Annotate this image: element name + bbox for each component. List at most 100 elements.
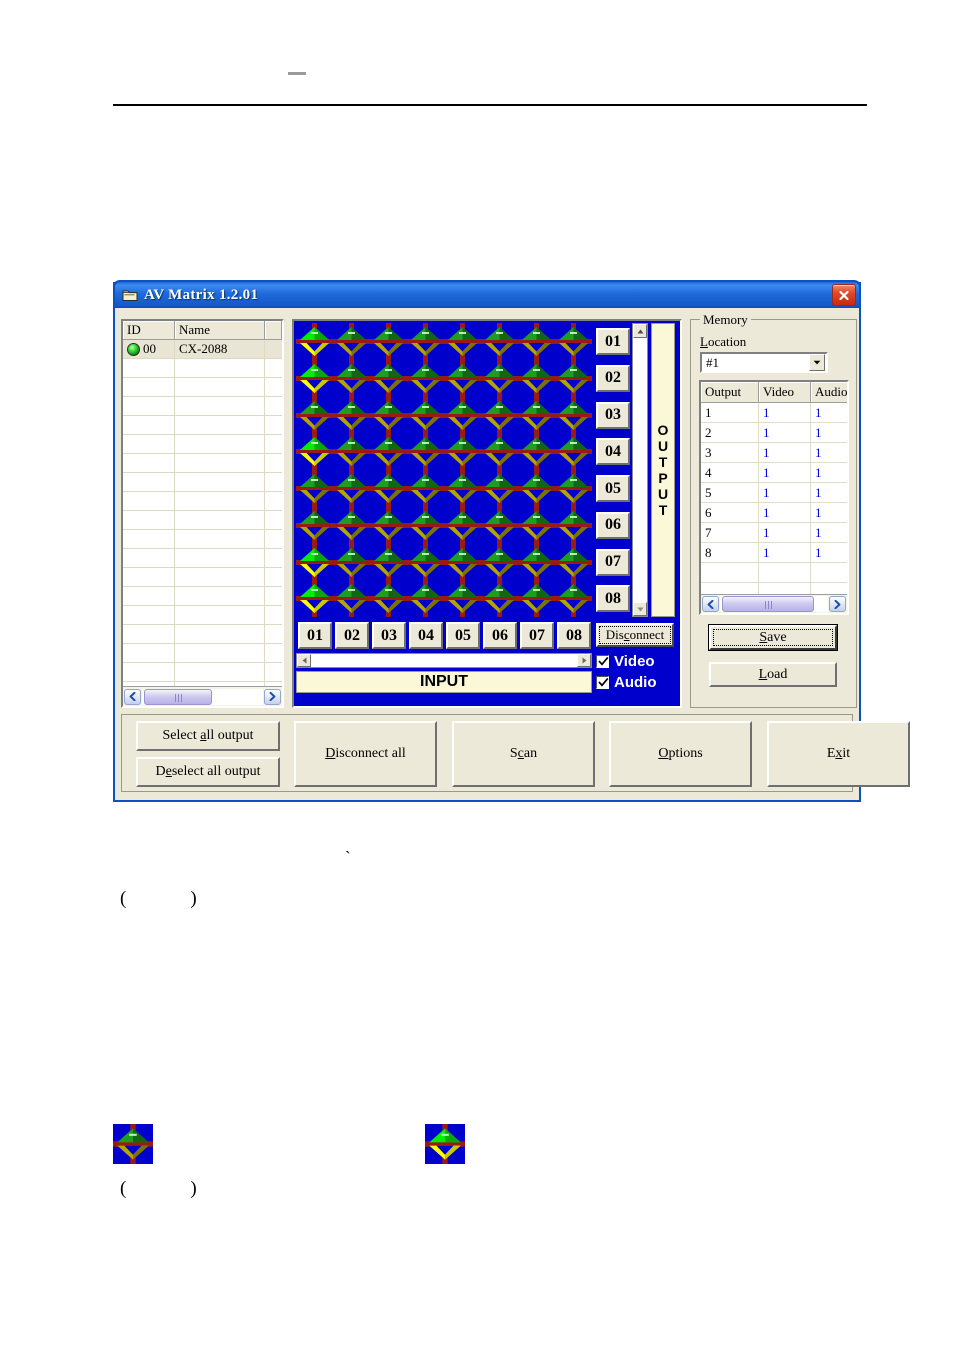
device-list-empty-row[interactable] [123, 644, 282, 663]
crosspoint-cell[interactable] [444, 580, 481, 618]
crosspoint-cell[interactable] [407, 323, 444, 360]
input-button-04[interactable]: 04 [409, 622, 443, 649]
crosspoint-cell[interactable] [296, 580, 333, 618]
crosspoint-cell[interactable] [444, 470, 481, 507]
crosspoint-cell[interactable] [444, 323, 481, 360]
input-button-01[interactable]: 01 [298, 622, 332, 649]
crosspoint-cell[interactable] [333, 543, 370, 581]
column-header-audio[interactable]: Audio [810, 382, 847, 403]
input-hscrollbar[interactable] [296, 653, 592, 668]
scroll-left-icon[interactable] [702, 596, 719, 612]
crosspoint-grid[interactable] [296, 323, 592, 618]
window-titlebar[interactable]: AV Matrix 1.2.01 [113, 280, 861, 308]
scan-button[interactable]: Scan [452, 721, 595, 787]
crosspoint-cell[interactable] [296, 543, 333, 581]
crosspoint-cell[interactable] [555, 359, 592, 397]
device-list-empty-row[interactable] [123, 587, 282, 606]
output-button-02[interactable]: 02 [596, 364, 630, 392]
crosspoint-cell[interactable] [555, 580, 592, 618]
close-icon[interactable] [832, 284, 856, 306]
crosspoint-cell[interactable] [370, 506, 407, 544]
crosspoint-cell[interactable] [296, 506, 333, 544]
column-header-output[interactable]: Output [701, 382, 759, 403]
device-list-hscrollbar[interactable] [123, 686, 282, 706]
crosspoint-cell[interactable] [518, 470, 555, 507]
crosspoint-cell[interactable] [518, 543, 555, 581]
scroll-track[interactable] [720, 596, 828, 612]
crosspoint-cell[interactable] [481, 359, 518, 397]
device-list-row[interactable]: 00 CX-2088 [123, 340, 282, 359]
column-header-video[interactable]: Video [758, 382, 811, 403]
crosspoint-cell[interactable] [296, 359, 333, 397]
output-button-06[interactable]: 06 [596, 511, 630, 539]
crosspoint-cell[interactable] [407, 396, 444, 434]
crosspoint-cell[interactable] [370, 359, 407, 397]
memory-table-row[interactable]: 811 [701, 542, 847, 563]
device-list-empty-row[interactable] [123, 473, 282, 492]
save-button[interactable]: Save [709, 625, 837, 650]
crosspoint-cell[interactable] [444, 396, 481, 434]
crosspoint-cell[interactable] [444, 543, 481, 581]
memory-table-empty-row[interactable] [701, 562, 847, 583]
crosspoint-cell[interactable] [407, 433, 444, 471]
crosspoint-cell[interactable] [481, 506, 518, 544]
device-list-empty-row[interactable] [123, 606, 282, 625]
input-button-02[interactable]: 02 [335, 622, 369, 649]
memory-table-row[interactable]: 111 [701, 402, 847, 423]
device-list[interactable]: ID Name 00 CX-2088 [121, 319, 284, 708]
crosspoint-cell[interactable] [296, 433, 333, 471]
scroll-right-icon[interactable] [264, 688, 281, 705]
memory-table-container[interactable]: Output Video Audio 111211311411511611711… [699, 380, 849, 615]
input-button-03[interactable]: 03 [372, 622, 406, 649]
crosspoint-cell[interactable] [370, 580, 407, 618]
crosspoint-cell[interactable] [518, 580, 555, 618]
memory-table-row[interactable]: 211 [701, 422, 847, 443]
crosspoint-cell[interactable] [407, 359, 444, 397]
crosspoint-cell[interactable] [370, 323, 407, 360]
device-list-empty-row[interactable] [123, 492, 282, 511]
memory-table-row[interactable]: 711 [701, 522, 847, 543]
scroll-left-icon[interactable] [297, 654, 311, 667]
scroll-track[interactable] [142, 688, 263, 705]
crosspoint-cell[interactable] [370, 433, 407, 471]
crosspoint-cell[interactable] [518, 396, 555, 434]
crosspoint-cell[interactable] [370, 543, 407, 581]
scroll-left-icon[interactable] [124, 688, 141, 705]
memory-table-row[interactable]: 411 [701, 462, 847, 483]
chevron-down-icon[interactable] [809, 354, 825, 371]
crosspoint-cell[interactable] [407, 580, 444, 618]
device-list-empty-row[interactable] [123, 416, 282, 435]
scroll-thumb[interactable] [144, 688, 212, 705]
crosspoint-cell[interactable] [370, 470, 407, 507]
scroll-thumb[interactable] [722, 596, 814, 612]
output-button-03[interactable]: 03 [596, 401, 630, 429]
crosspoint-cell[interactable] [518, 506, 555, 544]
crosspoint-cell[interactable] [481, 323, 518, 360]
crosspoint-cell[interactable] [296, 323, 333, 360]
device-list-empty-row[interactable] [123, 568, 282, 587]
output-button-08[interactable]: 08 [596, 585, 630, 613]
memory-hscrollbar[interactable] [701, 594, 847, 613]
device-list-empty-row[interactable] [123, 625, 282, 644]
output-button-07[interactable]: 07 [596, 548, 630, 576]
crosspoint-cell[interactable] [333, 323, 370, 360]
crosspoint-cell[interactable] [407, 543, 444, 581]
crosspoint-cell[interactable] [407, 506, 444, 544]
device-list-empty-row[interactable] [123, 663, 282, 682]
crosspoint-cell[interactable] [296, 396, 333, 434]
crosspoint-cell[interactable] [481, 396, 518, 434]
device-list-empty-row[interactable] [123, 378, 282, 397]
memory-table-row[interactable]: 311 [701, 442, 847, 463]
device-list-empty-row[interactable] [123, 549, 282, 568]
crosspoint-cell[interactable] [444, 433, 481, 471]
crosspoint-cell[interactable] [370, 396, 407, 434]
crosspoint-cell[interactable] [333, 433, 370, 471]
crosspoint-cell[interactable] [333, 359, 370, 397]
crosspoint-cell[interactable] [407, 470, 444, 507]
scroll-right-icon[interactable] [829, 596, 846, 612]
disconnect-button[interactable]: Dis c onnect [596, 623, 674, 647]
load-button[interactable]: Load [709, 662, 837, 687]
crosspoint-cell[interactable] [333, 580, 370, 618]
crosspoint-cell[interactable] [555, 323, 592, 360]
crosspoint-cell[interactable] [518, 433, 555, 471]
